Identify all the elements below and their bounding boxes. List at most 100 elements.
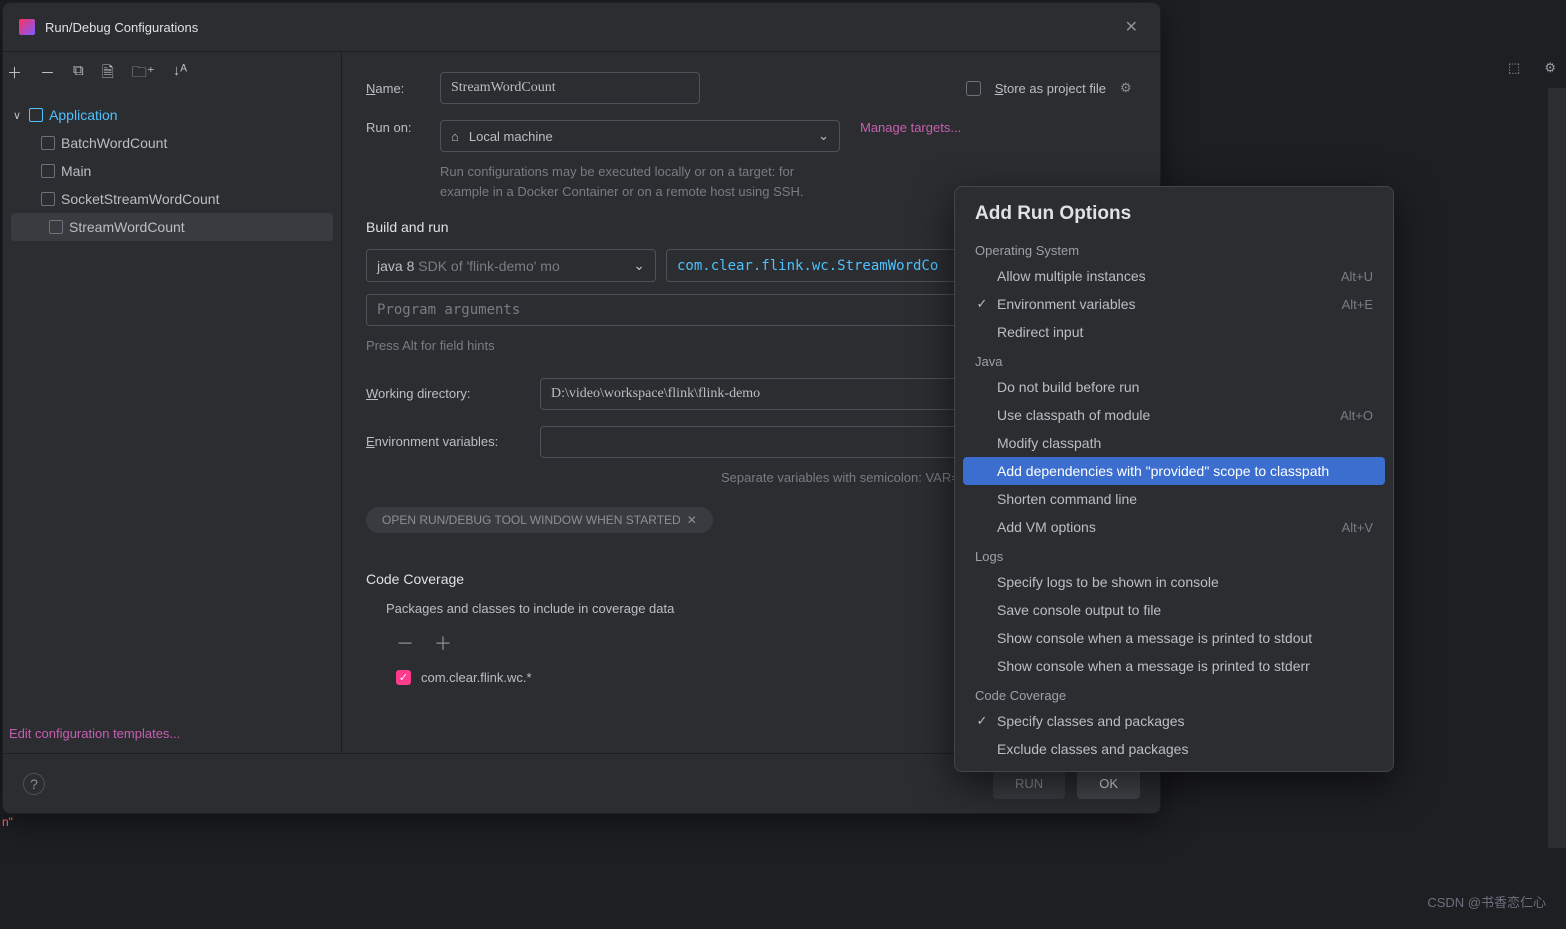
- popup-group-header: Java: [963, 346, 1385, 373]
- popup-item[interactable]: Save console output to file: [963, 596, 1385, 624]
- popup-group-header: Code Coverage: [963, 680, 1385, 707]
- popup-item-label: Do not build before run: [997, 379, 1373, 395]
- popup-item[interactable]: Shorten command line: [963, 485, 1385, 513]
- popup-item[interactable]: ✓Environment variablesAlt+E: [963, 290, 1385, 318]
- run-on-label: Run on:: [366, 120, 426, 135]
- popup-item[interactable]: Do not build before run: [963, 373, 1385, 401]
- save-config-button[interactable]: 🗎: [102, 62, 114, 87]
- store-project-checkbox[interactable]: [966, 81, 981, 96]
- config-icon: [49, 220, 63, 234]
- sdk-select[interactable]: java 8 SDK of 'flink-demo' mo⌄: [366, 249, 656, 282]
- popup-item-label: Redirect input: [997, 324, 1373, 340]
- check-icon: ✓: [975, 296, 989, 312]
- tree-item-label: SocketStreamWordCount: [61, 191, 219, 207]
- tree-application-group[interactable]: ∨ Application: [3, 101, 341, 129]
- popup-item[interactable]: Specify logs to be shown in console: [963, 568, 1385, 596]
- popup-item-label: Exclude classes and packages: [997, 741, 1373, 757]
- tree-item[interactable]: BatchWordCount: [3, 129, 341, 157]
- chevron-down-icon: ⌄: [818, 128, 829, 144]
- tree-item[interactable]: SocketStreamWordCount: [3, 185, 341, 213]
- popup-item-label: Save console output to file: [997, 602, 1373, 618]
- popup-item-label: Add dependencies with "provided" scope t…: [997, 463, 1373, 479]
- run-button[interactable]: RUN: [993, 768, 1065, 799]
- popup-item-label: Modify classpath: [997, 435, 1373, 451]
- edit-templates-link[interactable]: Edit configuration templates...: [9, 726, 180, 741]
- tree-group-label: Application: [49, 107, 118, 123]
- env-label: Environment variables:: [366, 434, 526, 449]
- popup-shortcut: Alt+O: [1340, 408, 1373, 423]
- popup-item[interactable]: Add VM options Alt+V: [963, 513, 1385, 541]
- tree-item[interactable]: Main: [3, 157, 341, 185]
- name-label: Name:: [366, 81, 426, 96]
- config-icon: [41, 136, 55, 150]
- remove-config-button[interactable]: －: [40, 62, 55, 87]
- sidebar-footer: Edit configuration templates...: [3, 714, 341, 753]
- panel-icon[interactable]: ⬚: [1508, 60, 1520, 76]
- workdir-label: Working directory:: [366, 386, 526, 401]
- tree-item-label: StreamWordCount: [69, 219, 185, 235]
- add-config-button[interactable]: ＋: [7, 62, 22, 87]
- popup-item-label: Show console when a message is printed t…: [997, 658, 1373, 674]
- popup-item-label: Specify classes and packages: [997, 713, 1373, 729]
- popup-item[interactable]: Allow multiple instancesAlt+U: [963, 262, 1385, 290]
- popup-item-label: Add VM options: [997, 519, 1334, 535]
- popup-title: Add Run Options: [963, 203, 1385, 235]
- gear-icon[interactable]: ⚙: [1544, 60, 1556, 76]
- popup-item[interactable]: Exclude classes and packages: [963, 735, 1385, 763]
- ide-toolbar-icons: ⬚ ⚙: [1508, 60, 1556, 76]
- run-on-hint: Run configurations may be executed local…: [440, 162, 840, 201]
- terminal-fragment: n": [2, 815, 13, 829]
- sort-config-button[interactable]: ↓ᴬ: [173, 62, 187, 87]
- copy-config-button[interactable]: ⧉: [73, 62, 84, 87]
- ide-right-gutter: [1548, 88, 1566, 848]
- close-icon[interactable]: ✕: [687, 513, 697, 527]
- popup-item-label: Use classpath of module: [997, 407, 1332, 423]
- config-icon: [41, 164, 55, 178]
- popup-item[interactable]: Add dependencies with "provided" scope t…: [963, 457, 1385, 485]
- config-tree: ∨ Application BatchWordCount Main Socket…: [3, 97, 341, 245]
- popup-shortcut: Alt+V: [1342, 520, 1373, 535]
- chevron-down-icon: ⌄: [633, 257, 645, 274]
- popup-item[interactable]: Use classpath of module Alt+O: [963, 401, 1385, 429]
- add-run-options-popup: Add Run Options Operating SystemAllow mu…: [954, 186, 1394, 772]
- popup-item[interactable]: Show console when a message is printed t…: [963, 624, 1385, 652]
- home-icon: ⌂: [451, 129, 459, 144]
- store-project-label: Store as project file: [995, 81, 1106, 96]
- folder-config-button[interactable]: 🗀⁺: [132, 62, 155, 87]
- popup-item-label: Specify logs to be shown in console: [997, 574, 1373, 590]
- config-icon: [41, 192, 55, 206]
- popup-item[interactable]: ✓ Specify classes and packages: [963, 707, 1385, 735]
- manage-targets-link[interactable]: Manage targets...: [860, 120, 961, 135]
- popup-group-header: Logs: [963, 541, 1385, 568]
- application-icon: [29, 108, 43, 122]
- dialog-title: Run/Debug Configurations: [45, 20, 1119, 35]
- popup-item[interactable]: Show console when a message is printed t…: [963, 652, 1385, 680]
- check-icon: ✓: [975, 713, 989, 729]
- remove-package-button[interactable]: －: [396, 630, 414, 656]
- name-input[interactable]: [440, 72, 700, 104]
- popup-item-label: Environment variables: [997, 296, 1334, 312]
- intellij-icon: [19, 19, 35, 35]
- tree-item-label: BatchWordCount: [61, 135, 167, 151]
- popup-item-label: Allow multiple instances: [997, 268, 1333, 284]
- help-button[interactable]: ?: [23, 773, 45, 795]
- watermark: CSDN @书香恋仁心: [1427, 892, 1546, 911]
- popup-group-header: Operating System: [963, 235, 1385, 262]
- popup-item[interactable]: Redirect input: [963, 318, 1385, 346]
- tree-item-selected[interactable]: StreamWordCount: [11, 213, 333, 241]
- chip-label: OPEN RUN/DEBUG TOOL WINDOW WHEN STARTED: [382, 513, 681, 527]
- chevron-down-icon: ∨: [13, 109, 21, 122]
- dialog-header: Run/Debug Configurations ✕: [3, 3, 1160, 52]
- ok-button[interactable]: OK: [1077, 768, 1140, 799]
- open-tool-window-chip[interactable]: OPEN RUN/DEBUG TOOL WINDOW WHEN STARTED …: [366, 507, 713, 533]
- add-package-button[interactable]: ＋: [434, 630, 452, 656]
- popup-item-label: Show console when a message is printed t…: [997, 630, 1373, 646]
- tree-item-label: Main: [61, 163, 91, 179]
- popup-item[interactable]: Modify classpath: [963, 429, 1385, 457]
- run-on-select[interactable]: ⌂Local machine ⌄: [440, 120, 840, 152]
- gear-icon[interactable]: ⚙: [1120, 80, 1136, 96]
- coverage-checkbox[interactable]: ✓: [396, 670, 411, 685]
- coverage-item-label: com.clear.flink.wc.*: [421, 670, 532, 685]
- sidebar-toolbar: ＋ － ⧉ 🗎 🗀⁺ ↓ᴬ: [3, 52, 341, 97]
- close-icon[interactable]: ✕: [1119, 15, 1144, 39]
